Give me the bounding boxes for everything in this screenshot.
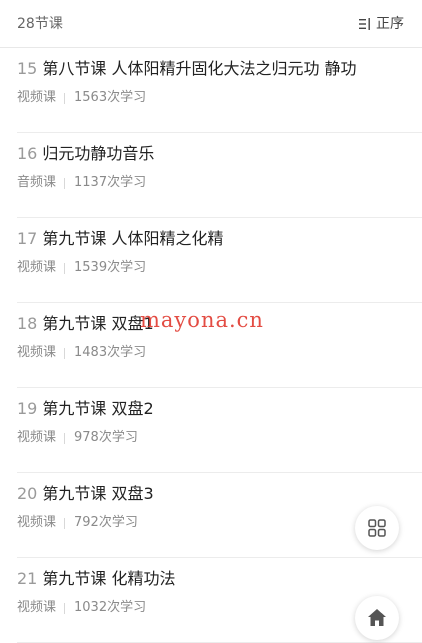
lesson-number: 15 [17, 59, 38, 78]
meta-separator [64, 177, 66, 189]
lesson-item[interactable]: 19 第九节课 双盘2 视频课 978次学习 [17, 388, 422, 473]
lesson-number: 18 [17, 314, 38, 333]
lesson-count: 28节课 [17, 16, 63, 32]
lesson-title-row: 17 第九节课 人体阳精之化精 [17, 228, 223, 250]
meta-separator [64, 602, 66, 614]
lesson-title-row: 19 第九节课 双盘2 [17, 398, 154, 420]
lesson-item[interactable]: 17 第九节课 人体阳精之化精 视频课 1539次学习 [17, 218, 422, 303]
lesson-type: 视频课 [17, 430, 57, 445]
home-icon [368, 609, 386, 626]
sort-order-button[interactable]: 正序 [359, 13, 404, 35]
lesson-title-row: 21 第九节课 化精功法 [17, 568, 175, 590]
lesson-views: 1563次学习 [74, 90, 147, 105]
lesson-title-row: 20 第九节课 双盘3 [17, 483, 154, 505]
lesson-type: 视频课 [17, 515, 57, 530]
lesson-meta: 视频课 978次学习 [17, 429, 138, 447]
grid-menu-button[interactable] [355, 506, 399, 550]
lesson-views: 1137次学习 [74, 175, 147, 190]
lesson-meta: 视频课 1483次学习 [17, 344, 146, 362]
lesson-meta: 视频课 1032次学习 [17, 599, 146, 617]
lesson-type: 视频课 [17, 260, 57, 275]
lesson-title: 第八节课 人体阳精升固化大法之归元功 静功 [42, 59, 357, 78]
lesson-title: 第九节课 双盘3 [42, 484, 154, 503]
lesson-title: 第九节课 双盘2 [42, 399, 154, 418]
lesson-number: 20 [17, 484, 38, 503]
lesson-item[interactable]: 18 第九节课 双盘1 视频课 1483次学习 [17, 303, 422, 388]
meta-separator [64, 432, 66, 444]
lesson-title: 第九节课 双盘1 [42, 314, 154, 333]
lesson-title-row: 18 第九节课 双盘1 [17, 313, 154, 335]
lesson-item[interactable]: 16 归元功静功音乐 音频课 1137次学习 [17, 133, 422, 218]
lesson-meta: 视频课 1563次学习 [17, 89, 146, 107]
lesson-title-row: 15 第八节课 人体阳精升固化大法之归元功 静功 [17, 58, 357, 80]
lesson-title-row: 16 归元功静功音乐 [17, 143, 154, 165]
lesson-number: 16 [17, 144, 38, 163]
meta-separator [64, 517, 66, 529]
lesson-title: 第九节课 化精功法 [42, 569, 176, 588]
sort-order-label: 正序 [376, 16, 404, 32]
header-bar: 28节课 正序 [0, 0, 422, 48]
lesson-meta: 视频课 1539次学习 [17, 259, 146, 277]
lesson-views: 792次学习 [74, 515, 138, 530]
lesson-meta: 音频课 1137次学习 [17, 174, 146, 192]
lesson-meta: 视频课 792次学习 [17, 514, 138, 532]
meta-separator [64, 347, 66, 359]
lesson-type: 音频课 [17, 175, 57, 190]
lesson-title: 归元功静功音乐 [42, 144, 155, 163]
lesson-views: 1032次学习 [74, 600, 147, 615]
meta-separator [64, 92, 66, 104]
lesson-type: 视频课 [17, 600, 57, 615]
lesson-type: 视频课 [17, 90, 57, 105]
lesson-views: 978次学习 [74, 430, 138, 445]
lesson-type: 视频课 [17, 345, 57, 360]
lesson-title: 第九节课 人体阳精之化精 [42, 229, 224, 248]
sort-list-icon [359, 18, 370, 30]
home-button[interactable] [355, 596, 399, 640]
grid-icon [368, 519, 386, 537]
lesson-number: 19 [17, 399, 38, 418]
meta-separator [64, 262, 66, 274]
lesson-views: 1483次学习 [74, 345, 147, 360]
lesson-number: 17 [17, 229, 38, 248]
lesson-views: 1539次学习 [74, 260, 147, 275]
lesson-item[interactable]: 15 第八节课 人体阳精升固化大法之归元功 静功 视频课 1563次学习 [17, 48, 422, 133]
lesson-number: 21 [17, 569, 38, 588]
